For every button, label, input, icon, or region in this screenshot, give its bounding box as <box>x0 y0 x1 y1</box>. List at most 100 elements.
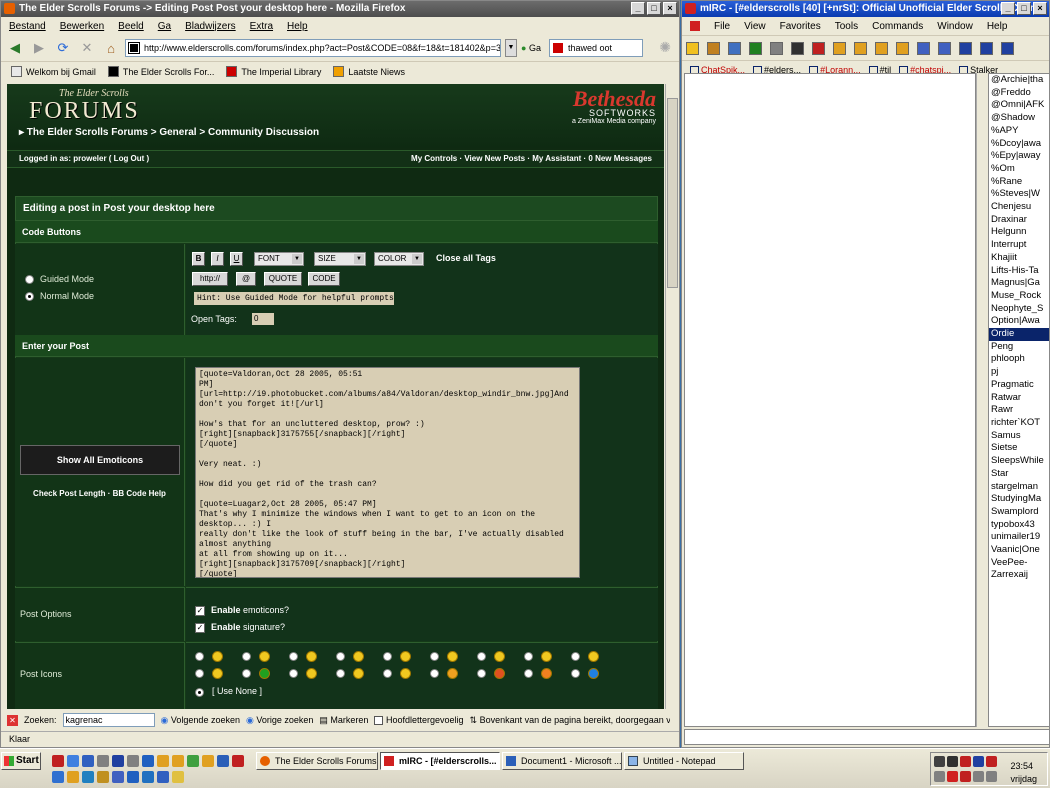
quick-launch-icon[interactable] <box>172 771 184 783</box>
home-icon[interactable]: ⌂ <box>101 38 121 58</box>
post-icon-radio[interactable] <box>195 652 204 661</box>
quick-launch-icon[interactable] <box>157 755 169 767</box>
bookmark-item[interactable]: The Elder Scrolls For... <box>107 66 223 77</box>
post-icon-radio[interactable] <box>336 669 345 678</box>
font-select[interactable]: FONT ▼ <box>254 252 304 266</box>
quick-launch-icon[interactable] <box>142 771 154 783</box>
nicklist-item[interactable]: Neophyte_S <box>989 303 1049 316</box>
find-prev-button[interactable]: ◉ Vorige zoeken <box>246 715 313 726</box>
close-find-icon[interactable]: ✕ <box>7 714 18 726</box>
tray-icon[interactable] <box>973 756 984 767</box>
quick-launch-icon[interactable] <box>127 755 139 767</box>
script-icon[interactable] <box>812 41 825 55</box>
menu-item-extra[interactable]: Extra <box>250 21 273 32</box>
menu-item-bewerken[interactable]: Bewerken <box>60 21 104 32</box>
guided-mode-radio[interactable] <box>25 275 34 284</box>
address-book-icon[interactable] <box>749 41 762 55</box>
nicklist-item[interactable]: Star <box>989 468 1049 481</box>
quote-button[interactable]: QUOTE <box>264 272 302 286</box>
dcc-icon[interactable] <box>770 41 783 55</box>
nicklist-item[interactable]: Option|Awa <box>989 315 1049 328</box>
gear-icon[interactable]: ✺ <box>659 39 671 56</box>
menu-item-window[interactable]: Window <box>937 21 973 32</box>
nicklist-item[interactable]: VeePee- <box>989 557 1049 570</box>
menu-item-commands[interactable]: Commands <box>872 21 923 32</box>
menu-item-bladwijzers[interactable]: Bladwijzers <box>185 21 236 32</box>
highlight-button[interactable]: ▤ Markeren <box>319 715 368 726</box>
nicklist-item[interactable]: Peng <box>989 341 1049 354</box>
options-icon[interactable] <box>707 41 720 55</box>
quick-launch-icon[interactable] <box>112 771 124 783</box>
nicklist-item[interactable]: stargelman <box>989 481 1049 494</box>
nicklist-item[interactable]: Muse_Rock <box>989 290 1049 303</box>
check-post-links[interactable]: Check Post Length · BB Code Help <box>15 489 184 498</box>
nicklist-item[interactable]: @Archie|tha <box>989 74 1049 87</box>
nicklist-item[interactable]: Swamplord <box>989 506 1049 519</box>
quick-launch-icon[interactable] <box>157 771 169 783</box>
quick-launch-icon[interactable] <box>97 755 109 767</box>
mirc-titlebar[interactable]: mIRC - [#elderscrolls [40] [+nrSt]: Offi… <box>682 1 1049 17</box>
tray-icon[interactable] <box>947 756 958 767</box>
tray-icon[interactable] <box>960 771 971 782</box>
nicklist-item[interactable]: %Dcoy|awa <box>989 138 1049 151</box>
post-icon-radio[interactable] <box>383 669 392 678</box>
use-none-radio[interactable] <box>195 688 204 697</box>
bold-button[interactable]: B <box>192 252 205 266</box>
post-icon-radio[interactable] <box>336 652 345 661</box>
bethesda-logo[interactable]: Bethesda SOFTWORKS a ZeniMax Media compa… <box>572 86 656 125</box>
quick-launch-icon[interactable] <box>202 755 214 767</box>
tray-icon[interactable] <box>947 771 958 782</box>
tile-icon[interactable] <box>938 41 951 55</box>
post-icon-radio[interactable] <box>571 669 580 678</box>
connect-icon[interactable] <box>686 41 699 55</box>
find-input[interactable]: kagrenac <box>62 713 155 727</box>
forum-logo[interactable]: FORUMS <box>29 98 140 125</box>
nicklist-item[interactable]: %APY <box>989 125 1049 138</box>
cascade-icon[interactable] <box>917 41 930 55</box>
firefox-titlebar[interactable]: The Elder Scrolls Forums -> Editing Post… <box>1 1 679 17</box>
quick-launch-icon[interactable] <box>82 755 94 767</box>
search-input[interactable]: thawed oot <box>548 39 643 57</box>
start-button[interactable]: Start <box>1 752 41 770</box>
nicklist-item[interactable]: @Omni|AFK <box>989 99 1049 112</box>
quick-launch-icon[interactable] <box>172 755 184 767</box>
scrollbar-thumb[interactable] <box>667 98 678 288</box>
tray-icon[interactable] <box>973 771 984 782</box>
dropdown-arrow-icon[interactable]: ▼ <box>505 39 517 57</box>
urls-icon[interactable] <box>896 41 909 55</box>
color-select[interactable]: COLOR ▼ <box>374 252 424 266</box>
nicklist-item[interactable]: Interrupt <box>989 239 1049 252</box>
post-icon-radio[interactable] <box>430 669 439 678</box>
post-icon-radio[interactable] <box>289 652 298 661</box>
go-button[interactable]: ● Ga <box>521 43 541 53</box>
post-icon-radio[interactable] <box>477 669 486 678</box>
nicklist-item[interactable]: Ordie <box>989 328 1049 341</box>
close-button[interactable]: × <box>1033 2 1047 15</box>
reload-icon[interactable]: ⟳ <box>53 38 73 58</box>
nicklist-item[interactable]: Draxinar <box>989 214 1049 227</box>
tray-icon[interactable] <box>934 756 945 767</box>
underline-button[interactable]: U <box>230 252 243 266</box>
menu-item-file[interactable]: File <box>714 21 730 32</box>
find-next-button[interactable]: ◉ Volgende zoeken <box>161 715 240 726</box>
tile-horizontal-icon[interactable] <box>959 41 972 55</box>
maximize-button[interactable]: □ <box>1017 2 1031 15</box>
channels-icon[interactable] <box>728 41 741 55</box>
menu-item-ga[interactable]: Ga <box>158 21 171 32</box>
menu-item-help[interactable]: Help <box>287 21 308 32</box>
breadcrumb[interactable]: ▸ The Elder Scrolls Forums > General > C… <box>19 127 319 138</box>
minimize-button[interactable]: _ <box>631 2 645 15</box>
post-icon-radio[interactable] <box>242 669 251 678</box>
quick-launch-icon[interactable] <box>82 771 94 783</box>
message-input[interactable] <box>684 729 1049 745</box>
menu-item-beeld[interactable]: Beeld <box>118 21 144 32</box>
nicklist-item[interactable]: Vaanic|One <box>989 544 1049 557</box>
task-word[interactable]: Document1 - Microsoft ... <box>502 752 622 770</box>
tray-icon[interactable] <box>934 771 945 782</box>
italic-button[interactable]: I <box>211 252 224 266</box>
task-firefox[interactable]: The Elder Scrolls Forums ... <box>256 752 378 770</box>
minimize-button[interactable]: _ <box>1001 2 1015 15</box>
mirc-app-icon[interactable] <box>690 21 700 31</box>
address-bar[interactable]: http://www.elderscrolls.com/forums/index… <box>125 39 501 57</box>
user-links[interactable]: My Controls · View New Posts · My Assist… <box>411 151 652 167</box>
